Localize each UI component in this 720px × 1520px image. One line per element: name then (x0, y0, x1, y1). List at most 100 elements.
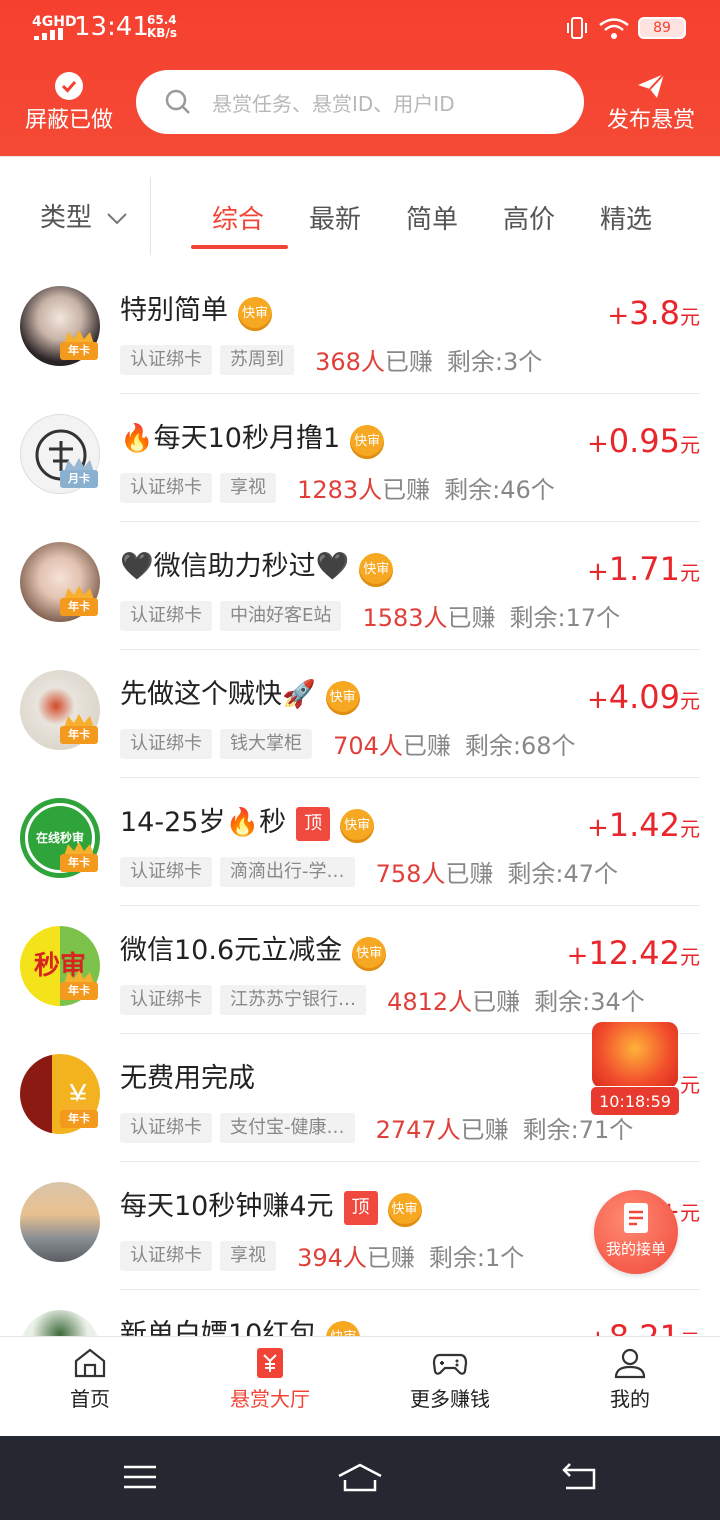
task-title-text: 新单白嫖10红包 (120, 1319, 317, 1336)
vip-crown-icon: 月卡 (60, 458, 98, 488)
battery-indicator: 89 (638, 17, 686, 39)
publish-reward-label: 发布悬赏 (606, 108, 695, 133)
signal-icon (34, 28, 64, 40)
type-dropdown-label: 类型 (40, 203, 93, 233)
filter-bar: 类型 综合 最新 简单 高价 精选 (0, 156, 720, 266)
task-item[interactable]: 月卡 🔥每天10秒月撸1 快审 认证绑卡 享视 1283人已赚 剩余:46个 +0.9… (0, 394, 720, 522)
net-speed-unit: KB/s (147, 26, 177, 40)
price-unit: 元 (680, 945, 700, 969)
clock: 13:41 (74, 12, 149, 42)
search-input[interactable]: 悬赏任务、悬赏ID、用户ID (136, 70, 584, 134)
task-price: +12.42元 (567, 934, 700, 972)
task-tag: 中油好客E站 (220, 600, 342, 631)
fast-review-badge: 快审 (350, 425, 385, 459)
avatar (20, 1182, 100, 1262)
menu-icon[interactable] (122, 1462, 158, 1492)
remaining-count: 剩余:1个 (428, 1244, 525, 1272)
task-title: 新单白嫖10红包快审 (120, 1312, 361, 1336)
earned-label: 已赚 (402, 732, 451, 760)
tab-comprehensive[interactable]: 综合 (212, 199, 264, 236)
tab-simple[interactable]: 简单 (406, 199, 458, 236)
red-packet-icon (592, 1022, 678, 1088)
task-title: 🔥每天10秒月撸1 快审 (120, 416, 385, 459)
fast-review-badge: 快审 (325, 681, 360, 715)
vip-badge-label: 年卡 (60, 342, 98, 360)
task-tag: 认证绑卡 (120, 344, 212, 375)
task-meta: 认证绑卡 滴滴出行-学… 758人已赚 剩余:47个 (120, 854, 618, 889)
task-meta: 认证绑卡 支付宝-健康… 2747人已赚 剩余:71个 (120, 1110, 633, 1145)
task-item[interactable]: 年卡 🖤微信助力秒过🖤 快审 认证绑卡 中油好客E站 1583人已赚 剩余:17个 +… (0, 522, 720, 650)
task-item[interactable]: 秒审 年卡 微信10.6元立减金 快审 认证绑卡 江苏苏宁银行… 4812人已赚 剩余… (0, 906, 720, 1034)
vip-crown-icon: 年卡 (60, 714, 98, 744)
earned-count: 368人 (315, 348, 385, 376)
task-price: +1.71元 (587, 550, 700, 588)
nav-more-earning-label: 更多赚钱 (410, 1387, 490, 1411)
task-list: 年卡 特别简单 快审 认证绑卡 苏周到 368人已赚 剩余:3个 +3.8元 月卡 🔥… (0, 266, 720, 1336)
price-sign: + (607, 301, 630, 331)
nav-more-earning[interactable]: 更多赚钱 (360, 1337, 540, 1437)
vip-crown-icon: 年卡 (60, 842, 98, 872)
nav-profile[interactable]: 我的 (540, 1337, 720, 1437)
task-title-text: 先做这个贼快🚀 (120, 679, 316, 710)
task-stats: 704人已赚 剩余:68个 (333, 726, 575, 761)
task-title: 14-25岁🔥秒顶快审 (120, 800, 375, 843)
red-packet-widget[interactable]: 10:18:59 (588, 1022, 684, 1116)
task-item[interactable]: 年卡 先做这个贼快🚀 快审 认证绑卡 钱大掌柜 704人已赚 剩余:68个 +4.09… (0, 650, 720, 778)
earned-label: 已赚 (472, 988, 521, 1016)
system-nav-bar (0, 1436, 720, 1520)
task-stats: 1283人已赚 剩余:46个 (297, 470, 555, 505)
tab-high-price[interactable]: 高价 (503, 199, 555, 236)
search-placeholder: 悬赏任务、悬赏ID、用户ID (212, 92, 455, 116)
home-icon (74, 1348, 106, 1378)
type-dropdown[interactable]: 类型 (40, 197, 128, 234)
bottom-nav: 首页 悬赏大厅 更多赚钱 我的 (0, 1336, 720, 1436)
task-tag: 江苏苏宁银行… (220, 984, 366, 1015)
task-meta: 认证绑卡 钱大掌柜 704人已赚 剩余:68个 (120, 726, 576, 761)
earned-count: 1283人 (297, 476, 383, 504)
pinned-badge: 顶 (343, 1191, 378, 1225)
vip-badge-label: 年卡 (60, 854, 98, 872)
nav-reward-hall[interactable]: 悬赏大厅 (180, 1337, 360, 1437)
task-title: 特别简单 快审 (120, 288, 272, 331)
reward-hall-icon (257, 1348, 283, 1378)
task-price: +4.09元 (587, 678, 700, 716)
nav-home[interactable]: 首页 (0, 1337, 180, 1437)
vip-badge-label: 月卡 (60, 470, 98, 488)
nav-reward-hall-label: 悬赏大厅 (230, 1387, 310, 1411)
gamepad-icon (432, 1353, 468, 1375)
my-orders-button[interactable]: 我的接单 (594, 1190, 678, 1274)
home-key-icon[interactable] (336, 1462, 384, 1494)
wifi-icon (599, 18, 629, 39)
task-title: 无费用完成 (120, 1056, 255, 1095)
task-item[interactable]: 新单白嫖10红包快审 +8.21元 (0, 1290, 720, 1336)
earned-count: 704人 (333, 732, 403, 760)
task-tag: 认证绑卡 (120, 600, 212, 631)
task-meta: 认证绑卡 苏周到 368人已赚 剩余:3个 (120, 342, 542, 377)
tab-featured[interactable]: 精选 (600, 199, 652, 236)
task-tag: 认证绑卡 (120, 1240, 212, 1271)
price-sign: + (586, 429, 609, 459)
remaining-count: 剩余:34个 (534, 988, 645, 1016)
task-item[interactable]: 年卡 特别简单 快审 认证绑卡 苏周到 368人已赚 剩余:3个 +3.8元 (0, 266, 720, 394)
paper-plane-icon (638, 73, 665, 98)
search-icon (165, 89, 190, 114)
task-title: 🖤微信助力秒过🖤 快审 (120, 544, 394, 587)
publish-reward-button[interactable]: 发布悬赏 (596, 70, 706, 134)
task-tag: 认证绑卡 (120, 728, 212, 759)
earned-count: 2747人 (375, 1116, 461, 1144)
vibrate-icon (567, 17, 587, 39)
task-title-text: 无费用完成 (120, 1063, 255, 1094)
hide-done-button[interactable]: 屏蔽已做 (14, 70, 124, 134)
price-sign: + (586, 685, 609, 715)
tab-latest[interactable]: 最新 (309, 199, 361, 236)
task-title-text: 14-25岁🔥秒 (120, 807, 287, 838)
earned-label: 已赚 (447, 604, 496, 632)
back-icon[interactable] (560, 1462, 598, 1492)
task-tag: 钱大掌柜 (220, 728, 312, 759)
price-sign: + (566, 941, 589, 971)
price-value: 1.42 (608, 806, 680, 844)
task-stats: 368人已赚 剩余:3个 (315, 342, 542, 377)
task-item[interactable]: 在线秒审 年卡 14-25岁🔥秒顶快审 认证绑卡 滴滴出行-学… 758人已赚 剩余… (0, 778, 720, 906)
task-price: +0.95元 (587, 422, 700, 460)
vip-crown-icon: 年卡 (60, 1098, 98, 1128)
